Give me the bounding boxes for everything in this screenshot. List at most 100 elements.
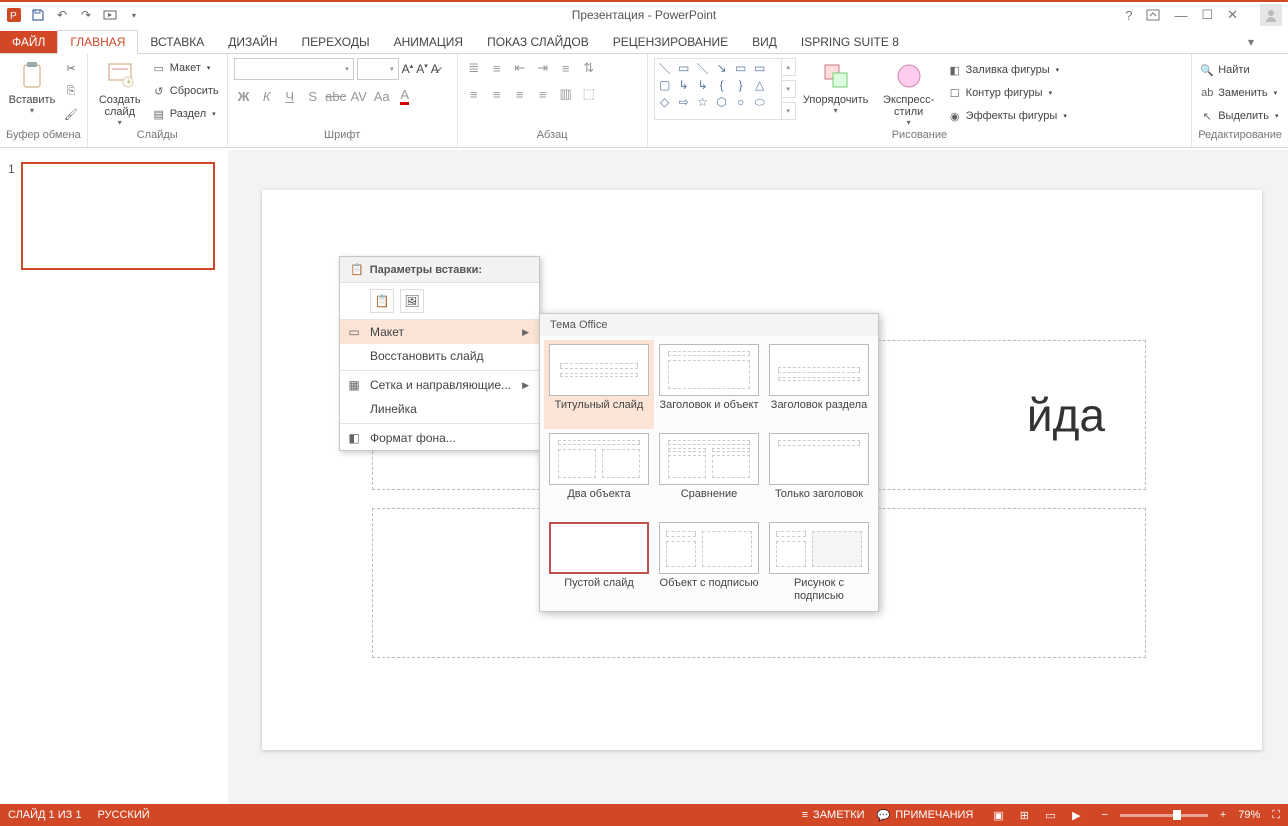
language-indicator[interactable]: РУССКИЙ: [97, 809, 149, 821]
shape-connector-icon[interactable]: ↳: [676, 78, 692, 92]
line-spacing-button[interactable]: ≡: [556, 58, 576, 78]
align-left-button[interactable]: ≡: [464, 84, 484, 104]
shape-diamond-icon[interactable]: ◇: [657, 95, 673, 109]
shape-line-icon[interactable]: ＼: [657, 61, 673, 75]
layout-comparison[interactable]: Сравнение: [654, 429, 764, 518]
tab-review[interactable]: РЕЦЕНЗИРОВАНИЕ: [601, 31, 740, 53]
arrange-button[interactable]: Упорядочить ▾: [800, 58, 872, 117]
normal-view-button[interactable]: ▣: [985, 804, 1011, 826]
columns-button[interactable]: ▥: [556, 84, 576, 104]
shape-arrow2-icon[interactable]: ⇨: [676, 95, 692, 109]
layout-section-header[interactable]: Заголовок раздела: [764, 340, 874, 429]
grow-font-button[interactable]: A▴: [402, 62, 414, 76]
shape-brace-icon[interactable]: {: [714, 78, 730, 92]
zoom-out-button[interactable]: −: [1101, 809, 1107, 821]
menu-format-background[interactable]: ◧ Формат фона...: [340, 426, 539, 450]
layout-content-caption[interactable]: Объект с подписью: [654, 518, 764, 607]
quick-styles-button[interactable]: Экспресс-стили ▾: [876, 58, 942, 129]
slide-counter[interactable]: СЛАЙД 1 ИЗ 1: [8, 809, 81, 821]
shape-roundrect-icon[interactable]: ▢: [657, 78, 673, 92]
tab-insert[interactable]: ВСТАВКА: [138, 31, 216, 53]
help-icon[interactable]: ?: [1125, 8, 1132, 23]
char-spacing-button[interactable]: AV: [349, 86, 369, 106]
select-button[interactable]: ↖Выделить▾: [1198, 106, 1280, 126]
clear-formatting-button[interactable]: A̷: [431, 62, 439, 76]
italic-button[interactable]: К: [257, 86, 277, 106]
shape-triangle-icon[interactable]: △: [752, 78, 768, 92]
shapes-down-icon[interactable]: ▾: [782, 80, 796, 98]
section-button[interactable]: ▤Раздел▾: [150, 104, 221, 124]
comments-button[interactable]: 💬ПРИМЕЧАНИЯ: [877, 809, 974, 822]
increase-indent-button[interactable]: ⇥: [533, 58, 553, 78]
shape-callout-icon[interactable]: ⬭: [752, 95, 768, 109]
zoom-in-button[interactable]: +: [1220, 809, 1226, 821]
shape-effects-button[interactable]: ◉Эффекты фигуры▾: [946, 106, 1069, 126]
tab-animations[interactable]: АНИМАЦИЯ: [382, 31, 475, 53]
qat-customize-icon[interactable]: ▾: [126, 7, 142, 23]
shape-connector2-icon[interactable]: ↳: [695, 78, 711, 92]
zoom-level[interactable]: 79%: [1238, 809, 1260, 821]
layout-title-slide[interactable]: Титульный слайд: [544, 340, 654, 429]
justify-button[interactable]: ≡: [533, 84, 553, 104]
shape-rect3-icon[interactable]: ▭: [752, 61, 768, 75]
tab-home[interactable]: ГЛАВНАЯ: [57, 30, 138, 54]
tab-slideshow[interactable]: ПОКАЗ СЛАЙДОВ: [475, 31, 601, 53]
layout-title-only[interactable]: Только заголовок: [764, 429, 874, 518]
shape-line2-icon[interactable]: ＼: [695, 61, 711, 75]
user-avatar[interactable]: [1260, 4, 1282, 26]
bold-button[interactable]: Ж: [234, 86, 254, 106]
sorter-view-button[interactable]: ⊞: [1011, 804, 1037, 826]
decrease-indent-button[interactable]: ⇤: [510, 58, 530, 78]
minimize-button[interactable]: —: [1174, 8, 1187, 23]
shapes-up-icon[interactable]: ▴: [782, 58, 796, 76]
paste-button[interactable]: Вставить ▾: [6, 58, 58, 117]
shape-rect2-icon[interactable]: ▭: [733, 61, 749, 75]
menu-ruler[interactable]: Линейка: [340, 397, 539, 421]
slideshow-view-button[interactable]: ▶: [1063, 804, 1089, 826]
zoom-slider-thumb[interactable]: [1173, 810, 1181, 820]
replace-button[interactable]: abЗаменить▾: [1198, 83, 1280, 103]
layout-title-content[interactable]: Заголовок и объект: [654, 340, 764, 429]
numbering-button[interactable]: ≡: [487, 58, 507, 78]
paste-option-picture[interactable]: 🖼: [400, 289, 424, 313]
notes-button[interactable]: ≡ЗАМЕТКИ: [802, 809, 865, 821]
strikethrough-button[interactable]: abc: [326, 86, 346, 106]
zoom-slider[interactable]: [1120, 814, 1208, 817]
underline-button[interactable]: Ч: [280, 86, 300, 106]
paste-option-theme[interactable]: 📋: [370, 289, 394, 313]
shape-brace2-icon[interactable]: }: [733, 78, 749, 92]
shape-fill-button[interactable]: ◧Заливка фигуры▾: [946, 60, 1069, 80]
save-icon[interactable]: [30, 7, 46, 23]
maximize-button[interactable]: ☐: [1201, 7, 1213, 23]
shape-outline-button[interactable]: ☐Контур фигуры▾: [946, 83, 1069, 103]
menu-layout[interactable]: ▭ Макет ▶: [340, 320, 539, 344]
slide-thumbnail-1[interactable]: 1: [8, 162, 220, 270]
copy-button[interactable]: ⎘: [62, 81, 80, 101]
shape-circle-icon[interactable]: ○: [733, 95, 749, 109]
tab-ispring[interactable]: ISPRING SUITE 8: [789, 31, 911, 53]
redo-icon[interactable]: ↷: [78, 7, 94, 23]
tab-design[interactable]: ДИЗАЙН: [216, 31, 289, 53]
reading-view-button[interactable]: ▭: [1037, 804, 1063, 826]
font-color-button[interactable]: A: [395, 86, 415, 106]
change-case-button[interactable]: Aa: [372, 86, 392, 106]
cut-button[interactable]: ✂: [62, 58, 80, 78]
tab-transitions[interactable]: ПЕРЕХОДЫ: [290, 31, 382, 53]
shape-hex-icon[interactable]: ⬡: [714, 95, 730, 109]
menu-restore-slide[interactable]: Восстановить слайд: [340, 344, 539, 368]
reset-button[interactable]: ↺Сбросить: [150, 81, 221, 101]
tab-view[interactable]: ВИД: [740, 31, 789, 53]
layout-two-content[interactable]: Два объекта: [544, 429, 654, 518]
smartart-button[interactable]: ⬚: [579, 84, 599, 104]
layout-button[interactable]: ▭Макет▾: [150, 58, 221, 78]
new-slide-button[interactable]: ✦ Создать слайд ▾: [94, 58, 146, 129]
shapes-gallery[interactable]: ＼ ▭ ＼ ↘ ▭ ▭ ▢ ↳ ↳ { } △ ◇ ⇨ ☆ ⬡ ○: [654, 58, 782, 120]
layout-blank[interactable]: Пустой слайд: [544, 518, 654, 607]
align-right-button[interactable]: ≡: [510, 84, 530, 104]
text-direction-button[interactable]: ⇅: [579, 58, 599, 78]
layout-picture-caption[interactable]: Рисунок с подписью: [764, 518, 874, 607]
shape-arrow-icon[interactable]: ↘: [714, 61, 730, 75]
align-center-button[interactable]: ≡: [487, 84, 507, 104]
fit-to-window-button[interactable]: ⛶: [1272, 809, 1280, 822]
shapes-more-icon[interactable]: ▾: [782, 102, 796, 120]
